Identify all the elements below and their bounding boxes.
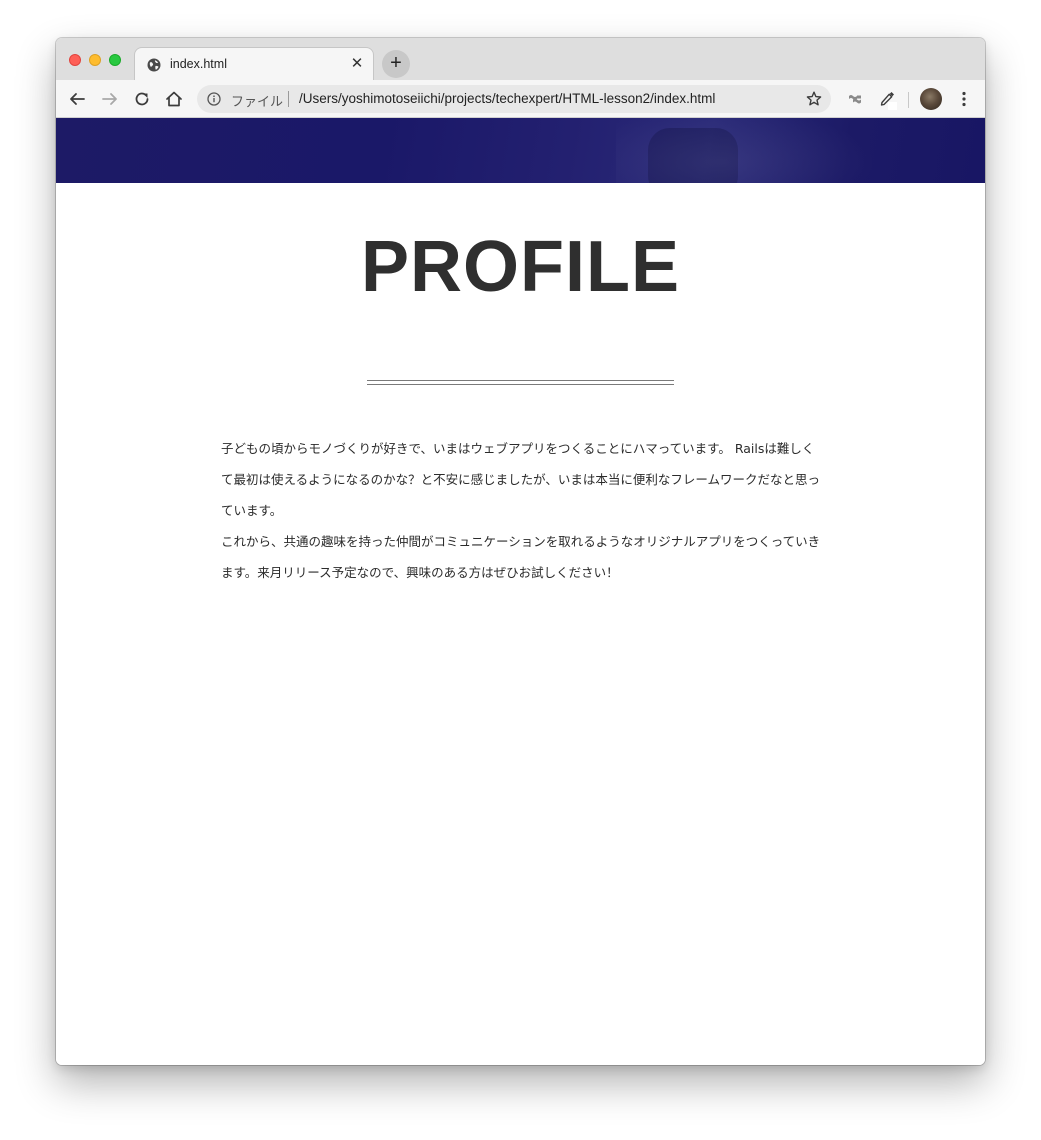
tab-title: index.html — [170, 57, 227, 71]
kebab-menu-icon[interactable] — [953, 88, 975, 110]
new-tab-button[interactable]: + — [382, 50, 410, 78]
desktop: index.html ✕ + ファイル /Users/yoshimotoseii… — [0, 0, 1041, 1140]
hero-banner — [56, 118, 985, 183]
profile-text: 子どもの頃からモノづくりが好きで、いまはウェブアプリをつくることにハマっています… — [221, 433, 826, 588]
home-icon[interactable] — [163, 88, 185, 110]
address-bar[interactable]: ファイル /Users/yoshimotoseiichi/projects/te… — [197, 85, 831, 113]
globe-icon — [147, 58, 161, 72]
profile-paragraph: 子どもの頃からモノづくりが好きで、いまはウェブアプリをつくることにハマっています… — [221, 441, 821, 518]
hero-background-image — [648, 128, 738, 183]
star-icon[interactable] — [805, 90, 823, 108]
info-icon[interactable] — [207, 92, 221, 106]
eyedropper-icon[interactable] — [876, 88, 898, 110]
address-divider — [288, 91, 289, 107]
forward-arrow-icon[interactable] — [99, 88, 121, 110]
reload-icon[interactable] — [131, 88, 153, 110]
address-url[interactable]: /Users/yoshimotoseiichi/projects/techexp… — [299, 91, 715, 106]
zoom-window-button[interactable] — [109, 54, 121, 66]
browser-tab[interactable]: index.html ✕ — [134, 47, 374, 81]
close-tab-icon[interactable]: ✕ — [350, 56, 364, 71]
minimize-window-button[interactable] — [89, 54, 101, 66]
avatar[interactable] — [920, 88, 942, 110]
address-scheme-label: ファイル — [231, 94, 284, 109]
toolbar: ファイル /Users/yoshimotoseiichi/projects/te… — [56, 80, 985, 118]
close-window-button[interactable] — [69, 54, 81, 66]
back-arrow-icon[interactable] — [66, 88, 88, 110]
browser-window: index.html ✕ + ファイル /Users/yoshimotoseii… — [56, 38, 985, 1065]
page-viewport: PROFILE 子どもの頃からモノづくりが好きで、いまはウェブアプリをつくること… — [56, 118, 985, 1065]
page-title: PROFILE — [360, 227, 680, 307]
tab-strip: index.html ✕ + — [56, 38, 985, 81]
extension-icon[interactable] — [844, 88, 866, 110]
title-underline — [367, 380, 674, 385]
profile-paragraph: これから、共通の趣味を持った仲間がコミュニケーションを取れるようなオリジナルアプ… — [221, 534, 821, 580]
toolbar-divider — [908, 92, 909, 108]
